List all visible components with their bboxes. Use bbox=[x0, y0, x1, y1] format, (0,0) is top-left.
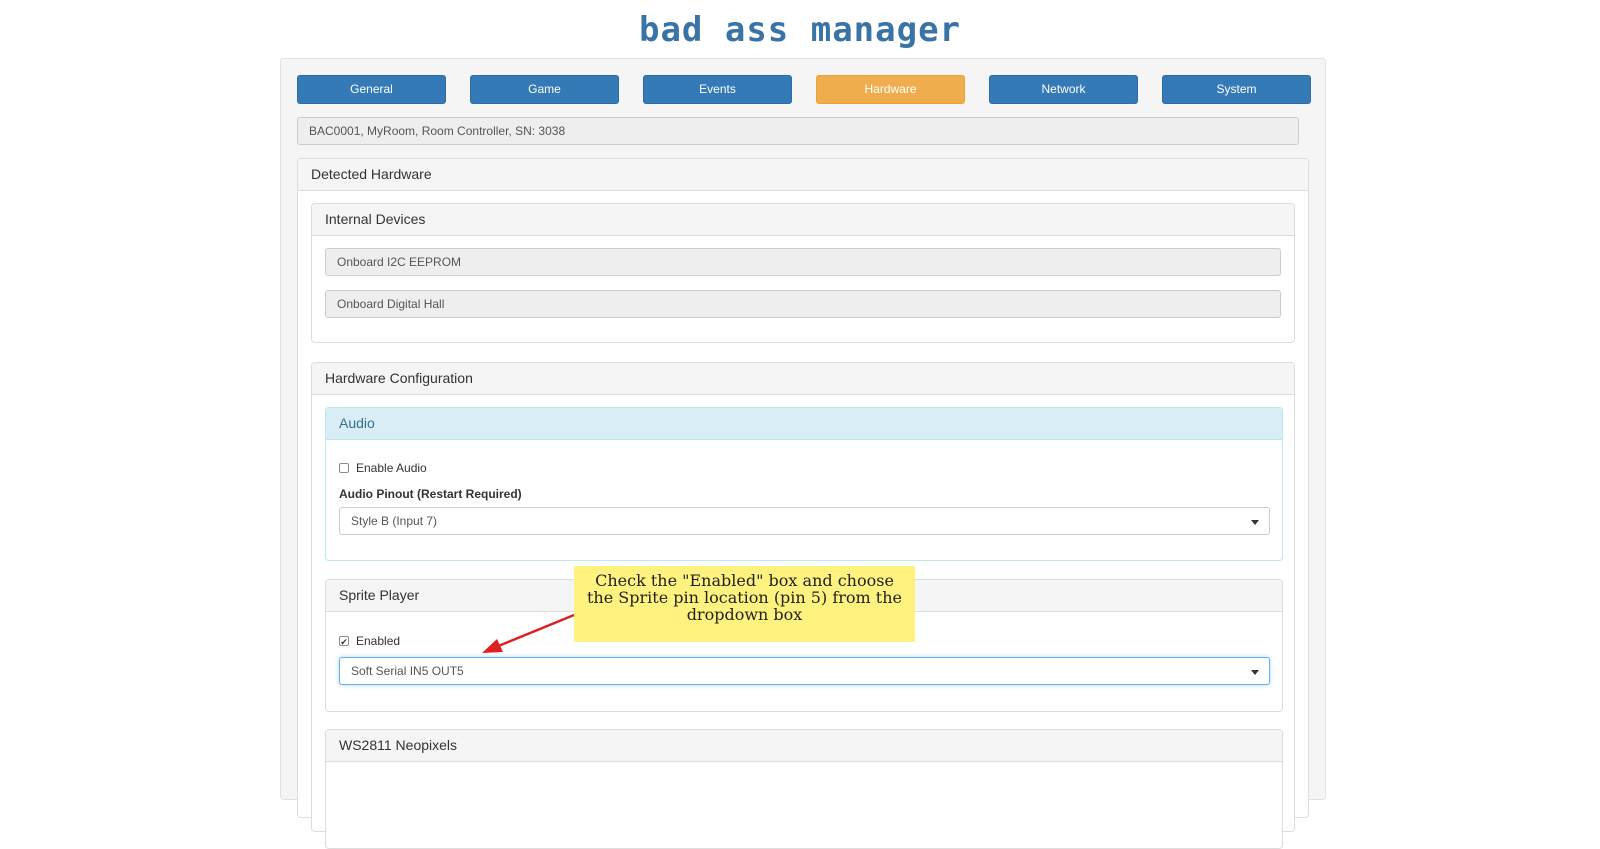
main-container: General Game Events Hardware Network Sys… bbox=[280, 58, 1326, 849]
tab-general[interactable]: General bbox=[297, 75, 446, 104]
audio-pinout-value: Style B (Input 7) bbox=[351, 514, 438, 528]
audio-panel: Audio Enable Audio Audio Pinout (Restart… bbox=[325, 407, 1283, 561]
tab-game[interactable]: Game bbox=[470, 75, 619, 104]
audio-title: Audio bbox=[326, 408, 1282, 440]
detected-hardware-panel: Detected Hardware Internal Devices Onboa… bbox=[297, 158, 1309, 849]
chevron-down-icon bbox=[1251, 670, 1259, 675]
audio-pinout-label: Audio Pinout (Restart Required) bbox=[339, 487, 522, 501]
tab-events[interactable]: Events bbox=[643, 75, 792, 104]
sprite-enabled-row[interactable]: ✔ Enabled bbox=[339, 634, 400, 648]
annotation-callout: Check the "Enabled" box and choose the S… bbox=[574, 566, 915, 642]
neopixels-panel: WS2811 Neopixels bbox=[325, 729, 1283, 849]
device-item: Onboard I2C EEPROM bbox=[325, 248, 1281, 276]
tab-hardware[interactable]: Hardware bbox=[816, 75, 965, 104]
detected-hardware-title: Detected Hardware bbox=[298, 159, 1308, 191]
audio-pinout-select[interactable]: Style B (Input 7) bbox=[339, 507, 1270, 535]
sprite-enabled-checkbox[interactable]: ✔ bbox=[339, 636, 349, 647]
chevron-down-icon bbox=[1251, 520, 1259, 525]
device-item: Onboard Digital Hall bbox=[325, 290, 1281, 318]
sprite-pin-value: Soft Serial IN5 OUT5 bbox=[351, 664, 464, 678]
hardware-configuration-title: Hardware Configuration bbox=[312, 363, 1294, 395]
sprite-pin-select[interactable]: Soft Serial IN5 OUT5 bbox=[339, 657, 1270, 685]
enable-audio-label: Enable Audio bbox=[356, 461, 427, 475]
neopixels-title: WS2811 Neopixels bbox=[326, 730, 1282, 762]
tab-system[interactable]: System bbox=[1162, 75, 1311, 104]
tab-network[interactable]: Network bbox=[989, 75, 1138, 104]
sprite-enabled-label: Enabled bbox=[356, 634, 401, 648]
nav-tabs: General Game Events Hardware Network Sys… bbox=[297, 75, 1311, 104]
internal-devices-panel: Internal Devices Onboard I2C EEPROM Onbo… bbox=[311, 203, 1295, 343]
device-info-bar: BAC0001, MyRoom, Room Controller, SN: 30… bbox=[297, 117, 1299, 145]
app-logo: bad ass manager bbox=[638, 10, 962, 50]
internal-devices-title: Internal Devices bbox=[312, 204, 1294, 236]
enable-audio-checkbox[interactable] bbox=[339, 463, 349, 473]
enable-audio-row[interactable]: Enable Audio bbox=[339, 461, 427, 475]
